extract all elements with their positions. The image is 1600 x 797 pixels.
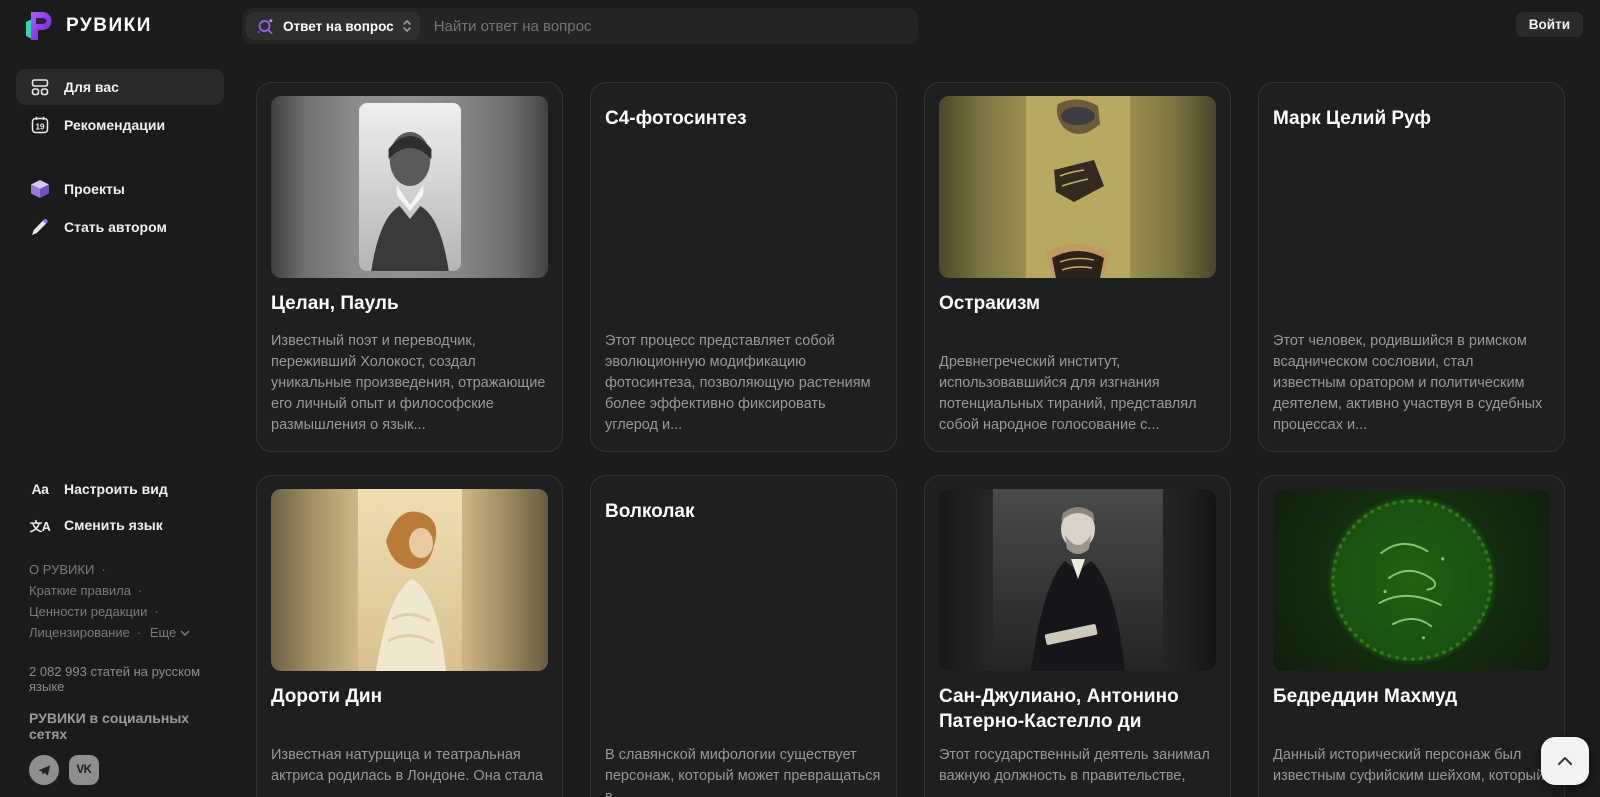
article-description: В славянской мифологии существует персон… bbox=[605, 747, 881, 797]
cards-grid: Целан, Пауль Известный поэт и переводчик… bbox=[256, 82, 1600, 797]
article-description: Известный поэт и переводчик, переживший … bbox=[271, 333, 546, 433]
article-card-dorothy[interactable]: Дороти Дин Известная натурщица и театрал… bbox=[256, 475, 563, 797]
sidebar-item-become-author[interactable]: Стать автором bbox=[16, 209, 224, 245]
social-title: РУВИКИ в социальных сетях bbox=[29, 710, 190, 742]
app-window: РУВИКИ Для вас 19 Рекомендации Проекты С… bbox=[0, 0, 1600, 797]
article-card-volkolak[interactable]: Волколак В славянской мифологии существу… bbox=[590, 475, 897, 797]
sidebar: РУВИКИ Для вас 19 Рекомендации Проекты С… bbox=[0, 0, 240, 797]
search-bar[interactable]: Ответ на вопрос bbox=[242, 8, 918, 44]
article-title: Марк Целий Руф bbox=[1273, 108, 1432, 129]
font-size-icon: Aa bbox=[31, 481, 49, 497]
chevron-up-icon bbox=[1558, 757, 1572, 765]
grid-icon bbox=[29, 76, 51, 98]
article-count: 2 082 993 статей на русском языке bbox=[29, 664, 201, 694]
footer-link-values[interactable]: Ценности редакции bbox=[29, 604, 164, 619]
calendar-day: 19 bbox=[36, 123, 45, 132]
article-card-sangiuliano[interactable]: Сан-Джулиано, Антонино Патерно-Кастелло … bbox=[924, 475, 1231, 797]
article-card-celan[interactable]: Целан, Пауль Известный поэт и переводчик… bbox=[256, 82, 563, 452]
unfold-icon bbox=[402, 20, 411, 32]
article-title: Остракизм bbox=[939, 293, 1041, 314]
chevron-down-icon bbox=[180, 629, 190, 636]
article-title: Целан, Пауль bbox=[271, 293, 399, 314]
social-icons: VK bbox=[29, 755, 228, 785]
article-title: Дороти Дин bbox=[271, 686, 383, 707]
footer-link-more[interactable]: Еще bbox=[150, 622, 190, 643]
sidebar-item-label: Настроить вид bbox=[64, 481, 168, 497]
sidebar-item-change-language[interactable]: 文A Сменить язык bbox=[16, 507, 228, 543]
sidebar-item-for-you[interactable]: Для вас bbox=[16, 69, 224, 105]
article-description: Этот человек, родившийся в римском всадн… bbox=[1273, 333, 1543, 433]
sidebar-nav-main: Для вас 19 Рекомендации bbox=[0, 69, 240, 143]
telegram-icon[interactable] bbox=[29, 755, 59, 785]
sidebar-bottom: Aa Настроить вид 文A Сменить язык О РУВИК… bbox=[16, 471, 228, 785]
footer-link-licensing[interactable]: Лицензирование bbox=[29, 625, 146, 640]
article-image-portrait bbox=[939, 489, 1216, 671]
sidebar-item-appearance[interactable]: Aa Настроить вид bbox=[16, 471, 228, 507]
pencil-icon bbox=[29, 216, 51, 238]
footer-link-rules[interactable]: Краткие правила bbox=[29, 583, 147, 598]
article-card-c4[interactable]: C4-фотосинтез Этот процесс представляет … bbox=[590, 82, 897, 452]
login-button[interactable]: Войти bbox=[1515, 12, 1583, 37]
article-image-ostraka bbox=[939, 96, 1216, 278]
search-mode-label: Ответ на вопрос bbox=[283, 18, 394, 34]
article-image-portrait bbox=[271, 96, 548, 278]
translate-icon: 文A bbox=[29, 519, 51, 534]
sidebar-item-label: Для вас bbox=[64, 79, 119, 95]
sidebar-item-label: Сменить язык bbox=[64, 517, 163, 533]
search-input[interactable] bbox=[433, 17, 908, 35]
article-image-medallion bbox=[1273, 489, 1550, 671]
article-card-caelius[interactable]: Марк Целий Руф Этот человек, родившийся … bbox=[1258, 82, 1565, 452]
article-title: Волколак bbox=[605, 501, 695, 522]
footer-links: О РУВИКИ Краткие правила Ценности редакц… bbox=[29, 559, 221, 643]
sidebar-item-label: Стать автором bbox=[64, 219, 167, 235]
calendar-icon: 19 bbox=[29, 114, 51, 136]
main-content: Ответ на вопрос Войти bbox=[240, 0, 1600, 797]
article-title: C4-фотосинтез bbox=[605, 108, 747, 129]
article-card-bedreddin[interactable]: Бедреддин Махмуд Данный исторический пер… bbox=[1258, 475, 1565, 797]
sidebar-item-label: Рекомендации bbox=[64, 117, 166, 133]
article-description: Известная натурщица и театральная актрис… bbox=[271, 747, 544, 784]
article-description: Этот государственный деятель занимал важ… bbox=[939, 747, 1210, 784]
search-icon bbox=[255, 15, 275, 37]
scroll-to-top-button[interactable] bbox=[1541, 737, 1589, 785]
cube-icon bbox=[29, 178, 51, 200]
ruviki-logo-icon bbox=[20, 9, 54, 43]
sidebar-item-recommendations[interactable]: 19 Рекомендации bbox=[16, 107, 224, 143]
topbar: Ответ на вопрос Войти bbox=[240, 0, 1600, 44]
vk-icon[interactable]: VK bbox=[69, 755, 99, 785]
calligraphy-medallion bbox=[1330, 499, 1493, 661]
article-title: Бедреддин Махмуд bbox=[1273, 686, 1458, 707]
article-description: Древнегреческий институт, использовавший… bbox=[939, 354, 1197, 433]
sidebar-nav-secondary: Проекты Стать автором bbox=[0, 171, 240, 245]
article-description: Этот процесс представляет собой эволюцио… bbox=[605, 333, 871, 433]
search-mode-pill[interactable]: Ответ на вопрос bbox=[246, 12, 420, 40]
sidebar-item-projects[interactable]: Проекты bbox=[16, 171, 224, 207]
article-title: Сан-Джулиано, Антонино Патерно-Кастелло … bbox=[939, 686, 1179, 732]
article-description: Данный исторический персонаж был известн… bbox=[1273, 747, 1545, 784]
article-image-painting bbox=[271, 489, 548, 671]
article-card-ostracism[interactable]: Остракизм Древнегреческий институт, испо… bbox=[924, 82, 1231, 452]
sidebar-item-label: Проекты bbox=[64, 181, 125, 197]
brand[interactable]: РУВИКИ bbox=[0, 0, 240, 43]
footer-link-about[interactable]: О РУВИКИ bbox=[29, 562, 111, 577]
brand-name: РУВИКИ bbox=[66, 15, 152, 36]
